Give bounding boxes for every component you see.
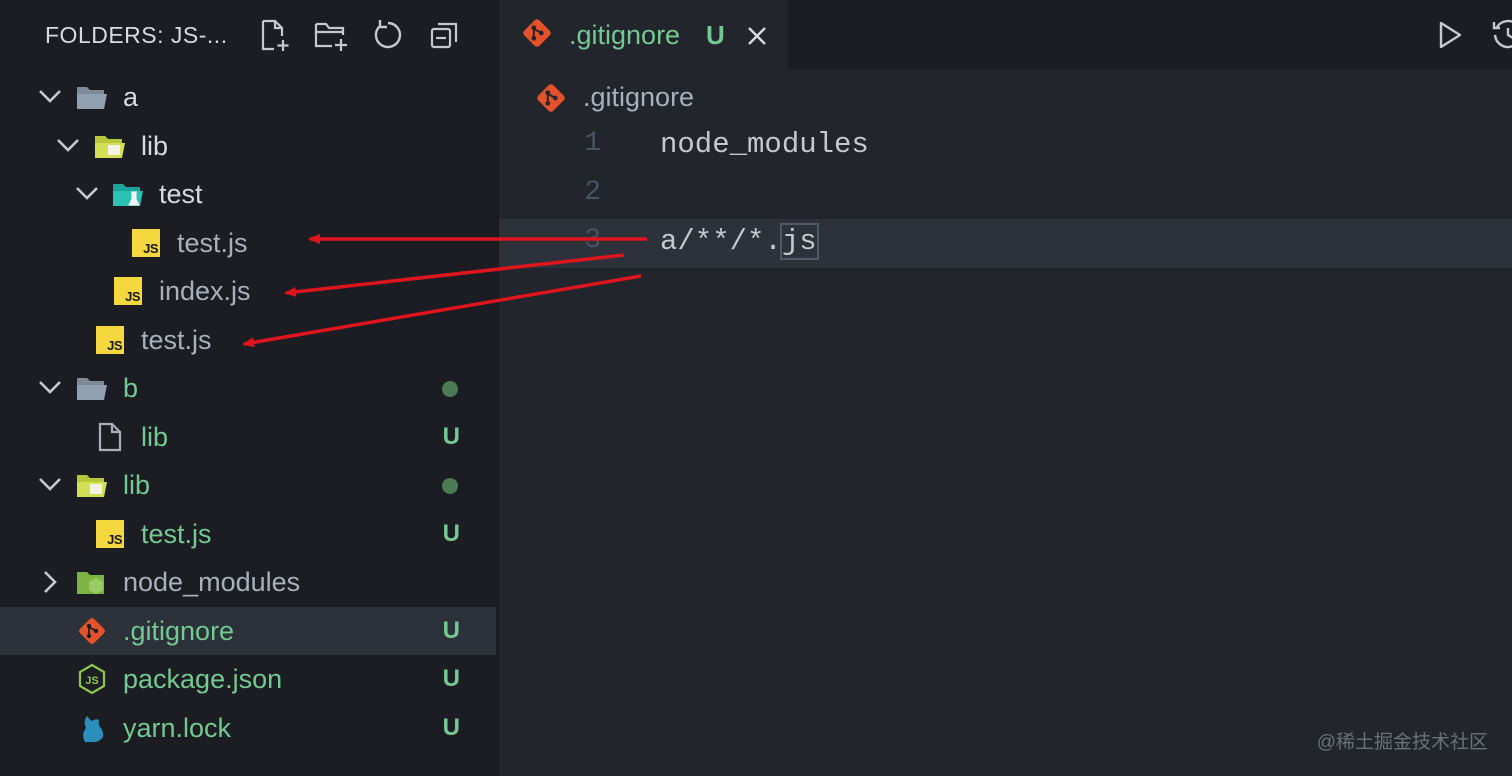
new-folder-icon[interactable]: [313, 16, 349, 54]
tree-item-folder-node-modules[interactable]: node_modules: [0, 558, 496, 607]
folder-open-icon: [76, 374, 108, 402]
tree-item-label: a: [123, 82, 139, 112]
tab-label: .gitignore: [569, 20, 681, 50]
tree-item-label: lib: [141, 130, 169, 161]
code-line: 1 node_modules: [499, 122, 1512, 171]
tree-item-label: lib: [123, 470, 151, 500]
line-number: 3: [584, 225, 601, 256]
chevron-down-icon[interactable]: [37, 472, 63, 498]
line-number: 1: [584, 128, 601, 159]
yarn-icon: [76, 714, 108, 742]
new-file-icon[interactable]: [256, 16, 292, 54]
tree-item-file-lib[interactable]: lib U: [0, 413, 496, 462]
git-icon: [521, 17, 553, 54]
js-file-icon: JS: [94, 519, 126, 548]
file-icon: [94, 422, 126, 451]
svg-text:JS: JS: [85, 675, 98, 687]
folder-lib-icon: [76, 471, 108, 499]
code-line: 2: [499, 171, 1512, 220]
chevron-down-icon[interactable]: [37, 375, 63, 401]
folder-open-icon: [76, 83, 108, 111]
collapse-all-icon[interactable]: [427, 16, 463, 54]
git-status-badge: U: [442, 616, 460, 644]
git-status-badge: U: [706, 20, 725, 50]
line-number: 2: [584, 176, 601, 208]
tree-item-folder-a[interactable]: a: [0, 73, 496, 122]
run-icon[interactable]: [1433, 18, 1467, 52]
folder-lib-icon: [94, 132, 126, 160]
tree-item-folder-test[interactable]: test: [0, 170, 496, 219]
tree-item-label: lib: [141, 421, 169, 452]
explorer-sidebar: FOLDERS: JS-... a lib test JS test.js JS…: [0, 0, 499, 776]
tree-item-file-index-js[interactable]: JS index.js: [0, 267, 496, 316]
tree-item-file-test-js[interactable]: JS test.js: [0, 316, 496, 365]
watermark: @稀土掘金技术社区: [1316, 732, 1488, 753]
folder-test-icon: [112, 180, 144, 208]
tree-item-label: node_modules: [123, 567, 301, 597]
tree-item-folder-b[interactable]: b: [0, 364, 496, 413]
chevron-down-icon[interactable]: [37, 84, 63, 110]
js-file-icon: JS: [130, 228, 162, 257]
selection-highlight: js: [779, 223, 819, 260]
tree-item-label: .gitignore: [123, 615, 235, 646]
explorer-header: FOLDERS: JS-...: [0, 0, 498, 70]
js-file-icon: JS: [112, 277, 144, 305]
code-line-current: 3 a/**/*.js: [499, 219, 1512, 268]
tree-item-file-package-json[interactable]: JS package.json U: [0, 655, 496, 704]
code-text: node_modules: [660, 128, 869, 161]
close-icon[interactable]: [743, 22, 771, 50]
tree-item-label: b: [123, 373, 139, 403]
code-text-part: a/**/*.: [660, 225, 782, 258]
git-status-badge: U: [442, 665, 460, 692]
code-editor[interactable]: 1 node_modules 2 3 a/**/*.js: [499, 122, 1512, 776]
tree-item-file-yarn-lock[interactable]: yarn.lock U: [0, 704, 496, 753]
tree-item-label: package.json: [123, 664, 283, 694]
breadcrumb-item[interactable]: .gitignore: [583, 82, 694, 113]
nodejs-icon: JS: [76, 663, 108, 695]
tree-item-folder-lib[interactable]: lib: [0, 122, 496, 171]
modified-dot: [442, 381, 458, 397]
tree-item-file-test-js[interactable]: JS test.js U: [0, 510, 496, 559]
tree-item-label: test.js: [141, 324, 212, 355]
git-icon: [76, 617, 108, 645]
tree-item-file-test-js[interactable]: JS test.js: [0, 219, 496, 268]
tree-item-label: yarn.lock: [123, 712, 232, 743]
chevron-right-icon[interactable]: [37, 569, 63, 595]
breadcrumb: .gitignore: [499, 74, 1512, 120]
tree-item-label: test.js: [177, 227, 248, 258]
history-icon[interactable]: [1491, 18, 1512, 52]
git-status-badge: U: [442, 713, 460, 741]
git-status-badge: U: [442, 422, 460, 450]
tree-item-label: test.js: [141, 518, 212, 549]
folder-node-icon: [76, 568, 108, 596]
js-file-icon: JS: [94, 325, 126, 354]
tree-item-folder-lib[interactable]: lib: [0, 461, 496, 510]
file-tree: a lib test JS test.js JS index.js JS tes…: [0, 73, 498, 752]
code-text: a/**/*.js: [660, 223, 819, 260]
tree-item-label: index.js: [159, 276, 251, 306]
modified-dot: [442, 478, 458, 494]
tab-gitignore[interactable]: .gitignore U: [499, 0, 788, 70]
git-status-badge: U: [442, 519, 460, 547]
explorer-title: FOLDERS: JS-...: [45, 22, 228, 48]
editor-tab-bar: .gitignore U: [499, 0, 1512, 70]
refresh-icon[interactable]: [370, 16, 406, 54]
chevron-down-icon[interactable]: [74, 181, 100, 207]
git-icon: [535, 82, 567, 119]
tree-item-file-gitignore[interactable]: .gitignore U: [0, 606, 496, 655]
chevron-down-icon[interactable]: [55, 133, 81, 159]
tree-item-label: test: [159, 179, 203, 209]
vscode-window: FOLDERS: JS-... a lib test JS test.js JS…: [0, 0, 1512, 776]
